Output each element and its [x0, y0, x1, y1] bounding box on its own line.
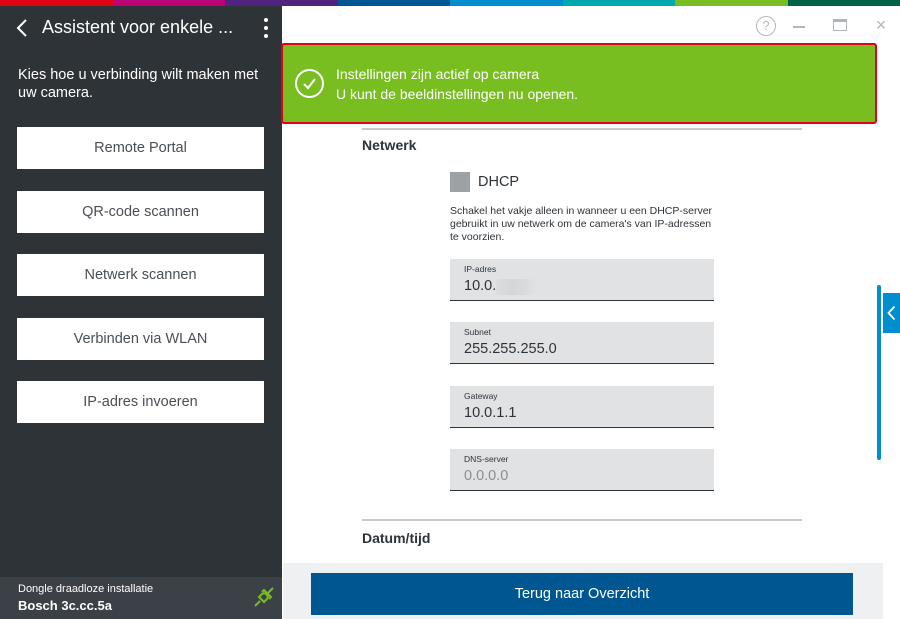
qr-code-scan-button[interactable]: QR-code scannen: [17, 191, 264, 233]
action-bar: Terug naar Overzicht: [283, 563, 883, 619]
subnet-field[interactable]: Subnet 255.255.255.0: [450, 322, 714, 364]
sidebar-title: Assistent voor enkele ...: [42, 17, 234, 37]
back-to-overview-button[interactable]: Terug naar Overzicht: [311, 573, 853, 615]
dongle-device-name: Bosch 3c.cc.5a: [18, 598, 112, 613]
field-value: 10.0.1.1: [464, 405, 517, 421]
field-value: 10.0.: [464, 278, 497, 294]
chevron-left-icon: [887, 305, 896, 321]
brand-strip-segment: [450, 0, 563, 6]
field-label: DNS-server: [464, 454, 509, 464]
minimize-icon[interactable]: [793, 26, 805, 28]
brand-strip-segment: [675, 0, 788, 6]
section-divider: [362, 519, 802, 521]
field-label: Subnet: [464, 327, 491, 337]
close-icon[interactable]: ×: [873, 16, 889, 34]
network-scan-button[interactable]: Netwerk scannen: [17, 254, 264, 296]
notification-title: Instellingen zijn actief op camera: [336, 66, 540, 82]
back-button[interactable]: [10, 14, 34, 42]
maximize-icon[interactable]: [833, 19, 847, 31]
brand-strip-segment: [787, 0, 900, 6]
brand-strip-segment: [337, 0, 450, 6]
field-label: Gateway: [464, 391, 498, 401]
help-icon[interactable]: ?: [756, 16, 776, 36]
gateway-field[interactable]: Gateway 10.0.1.1: [450, 386, 714, 428]
field-value: 0.0.0.0: [464, 468, 509, 484]
sidebar-header: Assistent voor enkele ...: [0, 6, 282, 52]
remote-portal-button[interactable]: Remote Portal: [17, 127, 264, 169]
scrollbar-thumb[interactable]: [877, 285, 881, 460]
more-vertical-icon[interactable]: [259, 16, 273, 40]
network-section-title: Netwerk: [362, 137, 417, 153]
plug-connected-icon: [254, 587, 274, 607]
window-controls: ? ×: [750, 14, 900, 40]
check-circle-icon: [295, 69, 324, 98]
brand-strip-segment: [562, 0, 675, 6]
dhcp-option: DHCP: [450, 172, 519, 192]
datetime-section-title: Datum/tijd: [362, 530, 431, 546]
success-notification: Instellingen zijn actief op camera U kun…: [281, 43, 877, 124]
dhcp-checkbox[interactable]: [450, 172, 470, 192]
ip-address-entry-button[interactable]: IP-adres invoeren: [17, 381, 264, 423]
ip-address-field[interactable]: IP-adres 10.0.: [450, 259, 714, 301]
redacted-value-mask: [496, 279, 536, 295]
dongle-status: Dongle draadloze installatie Bosch 3c.cc…: [0, 577, 282, 619]
dns-server-field[interactable]: DNS-server 0.0.0.0: [450, 449, 714, 491]
section-divider: [362, 128, 802, 130]
field-value: 255.255.255.0: [464, 341, 557, 357]
dhcp-help-text: Schakel het vakje alleen in wanneer u ee…: [450, 205, 713, 243]
connection-prompt: Kies hoe u verbinding wilt maken met uw …: [18, 67, 259, 101]
expand-panel-button[interactable]: [883, 293, 900, 333]
dhcp-label: DHCP: [478, 174, 520, 190]
wlan-connect-button[interactable]: Verbinden via WLAN: [17, 318, 264, 360]
notification-message: U kunt de beeldinstellingen nu openen.: [336, 86, 579, 102]
sidebar: Assistent voor enkele ... Kies hoe u ver…: [0, 6, 282, 619]
chevron-left-icon: [16, 19, 27, 37]
dongle-label: Dongle draadloze installatie: [18, 583, 154, 595]
field-label: IP-adres: [464, 264, 497, 274]
